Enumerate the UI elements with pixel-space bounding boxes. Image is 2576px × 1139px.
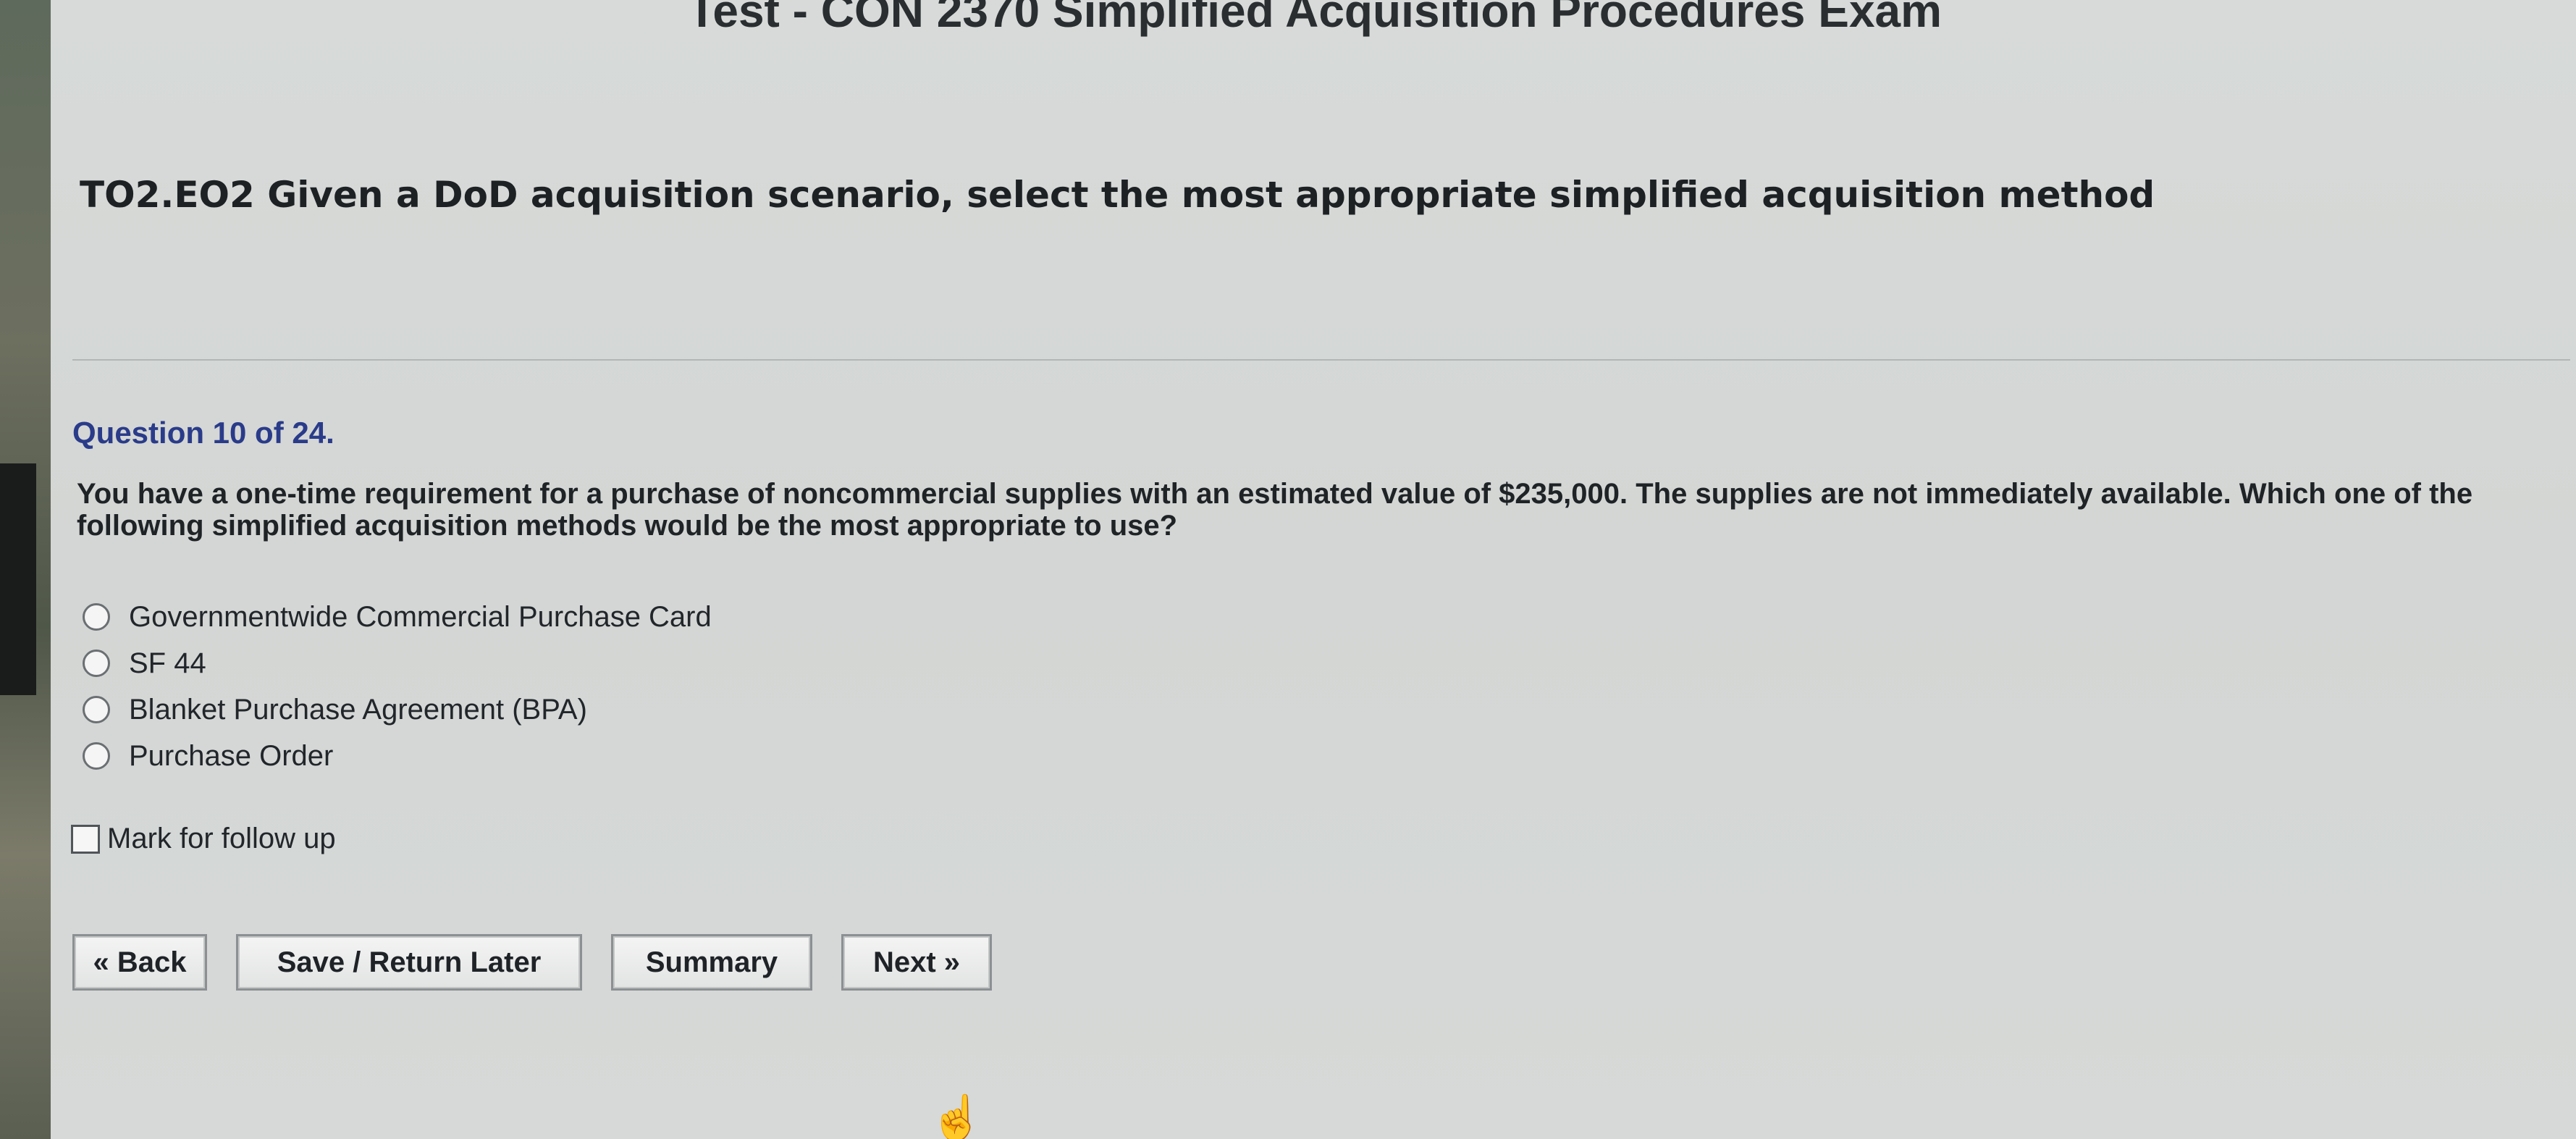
navigation-buttons: « Back Save / Return Later Summary Next … (72, 934, 1021, 991)
answer-option-label: SF 44 (129, 647, 206, 679)
radio-button[interactable] (83, 603, 110, 631)
radio-button[interactable] (83, 650, 110, 677)
mark-follow-up[interactable]: Mark for follow up (71, 823, 336, 855)
radio-button[interactable] (83, 696, 110, 723)
answer-options: Governmentwide Commercial Purchase Card … (83, 594, 712, 779)
save-return-later-button[interactable]: Save / Return Later (236, 934, 582, 991)
answer-option[interactable]: Purchase Order (83, 733, 712, 779)
question-text: You have a one-time requirement for a pu… (77, 478, 2473, 542)
exam-page: Test - CON 2370 Simplified Acquisition P… (51, 0, 2576, 1139)
hand-pointer-icon: ☝ (930, 1093, 984, 1139)
follow-up-label: Mark for follow up (107, 823, 336, 854)
answer-option-label: Purchase Order (129, 739, 334, 772)
answer-option[interactable]: Blanket Purchase Agreement (BPA) (83, 686, 712, 733)
exam-title: Test - CON 2370 Simplified Acquisition P… (688, 0, 1942, 37)
summary-button[interactable]: Summary (611, 934, 812, 991)
learning-objective: TO2.EO2 Given a DoD acquisition scenario… (80, 174, 2155, 216)
answer-option[interactable]: Governmentwide Commercial Purchase Card (83, 594, 712, 640)
back-button[interactable]: « Back (72, 934, 207, 991)
next-button[interactable]: Next » (841, 934, 992, 991)
follow-up-checkbox[interactable] (71, 824, 100, 854)
radio-button[interactable] (83, 742, 110, 770)
question-counter: Question 10 of 24. (72, 416, 334, 450)
answer-option-label: Blanket Purchase Agreement (BPA) (129, 693, 587, 726)
divider (72, 359, 2570, 361)
answer-option[interactable]: SF 44 (83, 640, 712, 686)
answer-option-label: Governmentwide Commercial Purchase Card (129, 600, 712, 633)
